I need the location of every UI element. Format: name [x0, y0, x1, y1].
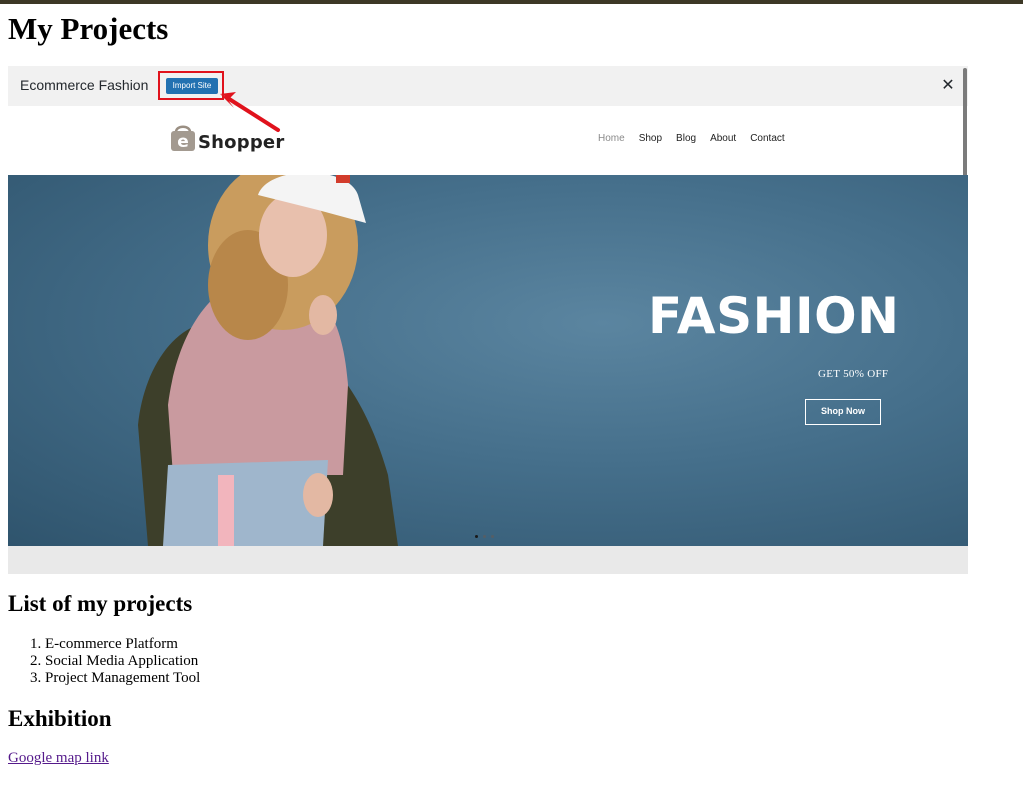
projects-heading: List of my projects: [8, 591, 193, 616]
top-border: [0, 0, 1023, 4]
nav-item-blog: Blog: [676, 133, 697, 144]
site-nav: Home Shop Blog About Contact: [598, 133, 785, 144]
slider-dot: [475, 535, 478, 538]
projects-list: E-commerce Platform Social Media Applica…: [8, 636, 200, 687]
slider-dots: [475, 535, 494, 538]
nav-item-home: Home: [598, 133, 625, 144]
import-site-button: Import Site: [166, 78, 218, 94]
shopping-bag-icon: e: [171, 125, 195, 152]
logo-text: Shopper: [198, 132, 285, 153]
slider-dot: [483, 535, 486, 538]
preview-footer: [8, 546, 968, 574]
hero-title: FASHION: [648, 287, 900, 345]
exhibition-heading: Exhibition: [8, 706, 112, 731]
shop-now-button: Shop Now: [805, 399, 881, 425]
nav-item-contact: Contact: [750, 133, 785, 144]
nav-item-about: About: [710, 133, 737, 144]
svg-text:e: e: [177, 132, 189, 152]
eshopper-logo: e Shopper: [170, 122, 290, 156]
hero-banner: FASHION GET 50% OFF Shop Now: [8, 175, 968, 546]
hero-subtitle: GET 50% OFF: [818, 368, 889, 380]
page-title: My Projects: [8, 11, 169, 46]
list-item: Project Management Tool: [45, 670, 200, 687]
nav-item-shop: Shop: [638, 133, 663, 144]
model-photo: [138, 175, 398, 546]
project-preview-image: Ecommerce Fashion Import Site ✕ e Shoppe…: [8, 66, 968, 574]
close-icon: ✕: [941, 75, 955, 94]
preview-header: Ecommerce Fashion Import Site ✕: [8, 66, 968, 106]
google-map-link[interactable]: Google map link: [8, 750, 109, 767]
list-item: E-commerce Platform: [45, 636, 200, 653]
list-item: Social Media Application: [45, 653, 200, 670]
preview-title: Ecommerce Fashion: [20, 77, 149, 93]
slider-dot: [491, 535, 494, 538]
